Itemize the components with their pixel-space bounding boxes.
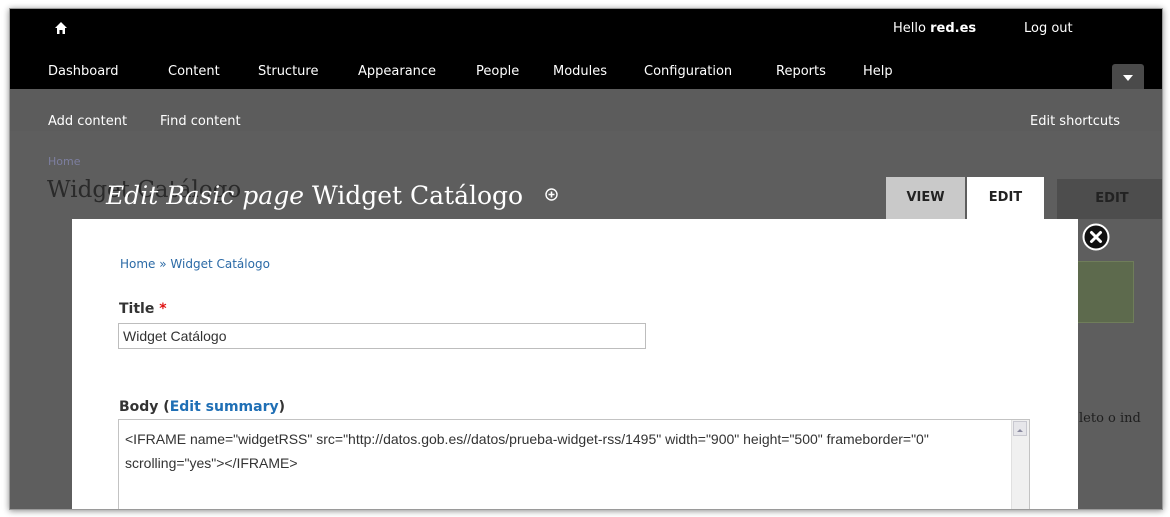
scroll-up-button[interactable] [1013, 421, 1027, 436]
chevron-down-icon [1123, 75, 1133, 81]
username[interactable]: red.es [930, 21, 976, 36]
body-label-open: ( [158, 399, 170, 415]
title-label: Title * [119, 301, 167, 317]
plus-circle-icon[interactable] [545, 188, 558, 201]
breadcrumb-current[interactable]: Widget Catálogo [170, 257, 270, 271]
nav-dashboard[interactable]: Dashboard [48, 64, 119, 79]
textarea-scrollbar[interactable] [1011, 420, 1029, 509]
nav-people[interactable]: People [476, 64, 519, 79]
nav-appearance[interactable]: Appearance [358, 64, 436, 79]
shortcuts-bar: Add content Find content Edit shortcuts [10, 89, 1162, 131]
breadcrumb: Home » Widget Catálogo [120, 257, 270, 271]
body-label-close: ) [278, 399, 286, 415]
background-breadcrumb: Home [48, 155, 81, 168]
required-marker: * [159, 301, 167, 317]
nav-help[interactable]: Help [863, 64, 893, 79]
shortcut-find-content[interactable]: Find content [160, 114, 241, 129]
edit-summary-link[interactable]: Edit summary [170, 399, 279, 415]
overlay-title-name: Widget Catálogo [311, 181, 524, 210]
breadcrumb-separator: » [155, 257, 171, 271]
shortcut-add-content[interactable]: Add content [48, 114, 127, 129]
nav-modules[interactable]: Modules [553, 64, 607, 79]
user-greeting: Hello red.es [893, 21, 976, 36]
close-icon[interactable] [1082, 223, 1110, 251]
nav-configuration[interactable]: Configuration [644, 64, 732, 79]
logout-link[interactable]: Log out [1024, 21, 1073, 36]
tab-view[interactable]: VIEW [886, 177, 965, 219]
overlay-title-prefix: Edit Basic page [106, 181, 304, 210]
greeting-text: Hello [893, 21, 931, 36]
body-textarea-content[interactable]: <IFRAME name="widgetRSS" src="http://dat… [125, 427, 1005, 475]
title-input[interactable] [118, 323, 646, 349]
nav-structure[interactable]: Structure [258, 64, 318, 79]
nav-reports[interactable]: Reports [776, 64, 826, 79]
background-edit-tab: EDIT [1057, 179, 1162, 219]
body-textarea[interactable]: <IFRAME name="widgetRSS" src="http://dat… [118, 419, 1030, 509]
shortcuts-toggle-button[interactable] [1112, 64, 1144, 92]
browser-frame: Dashboard Content Structure Appearance P… [9, 8, 1163, 510]
title-label-text: Title [119, 301, 155, 317]
breadcrumb-home[interactable]: Home [120, 257, 155, 271]
nav-content[interactable]: Content [168, 64, 220, 79]
body-label: Body (Edit summary) [119, 399, 285, 415]
home-icon[interactable] [54, 21, 68, 35]
admin-toolbar: Dashboard Content Structure Appearance P… [10, 9, 1162, 92]
body-label-text: Body [119, 399, 159, 415]
chevron-up-icon [1017, 429, 1023, 432]
background-body-text: leto o ind [1079, 411, 1141, 426]
overlay-title: Edit Basic page Widget Catálogo [106, 181, 558, 210]
tab-edit[interactable]: EDIT [967, 177, 1044, 219]
edit-shortcuts-link[interactable]: Edit shortcuts [1030, 114, 1120, 129]
background-message-box [1070, 261, 1134, 323]
